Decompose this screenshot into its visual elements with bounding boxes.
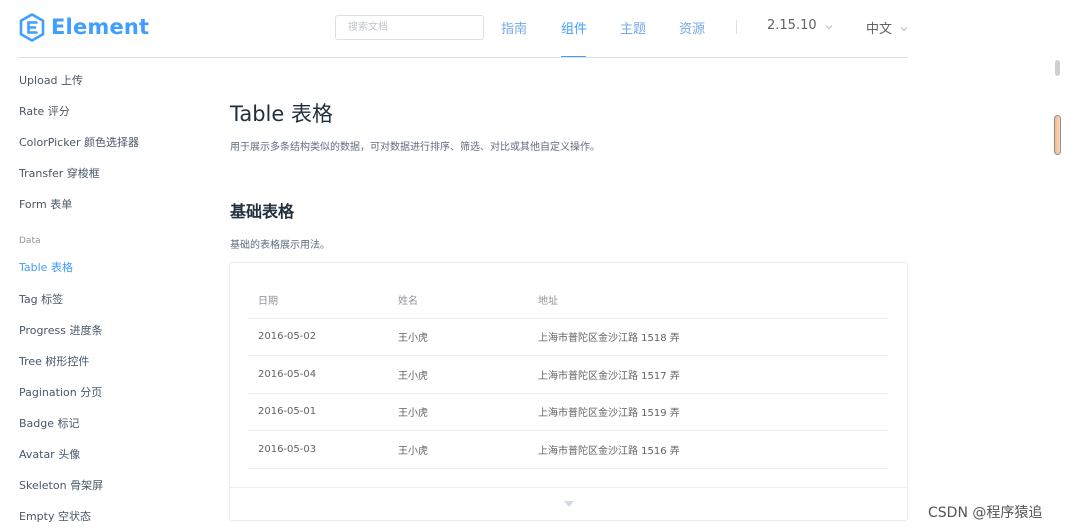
language-label: 中文 [866,22,893,37]
sidebar-item-progress[interactable]: Progress 进度条 [19,322,102,338]
table-row[interactable]: 2016-05-04 王小虎 上海市普陀区金沙江路 1517 弄 [248,355,888,394]
chevron-down-icon [824,21,834,31]
chevron-down-icon [899,23,909,33]
caret-down-icon [563,501,574,507]
cell-date: 2016-05-03 [248,430,388,469]
section-description: 基础的表格展示用法。 [230,240,330,251]
column-header-name[interactable]: 姓名 [388,281,528,319]
table-row[interactable]: 2016-05-01 王小虎 上海市普陀区金沙江路 1519 弄 [248,393,888,431]
sidebar-item-upload[interactable]: Upload 上传 [19,72,83,88]
cell-date: 2016-05-02 [248,318,388,356]
sidebar-item-form[interactable]: Form 表单 [19,196,72,212]
section-title: 基础表格 [230,202,295,221]
cell-address: 上海市普陀区金沙江路 1519 弄 [528,393,888,431]
element-logo[interactable]: Element [19,12,149,42]
cell-address: 上海市普陀区金沙江路 1516 弄 [528,430,888,469]
cell-name: 王小虎 [388,430,528,469]
watermark-text: CSDN @程序猿追 [928,505,1043,521]
cell-address: 上海市普陀区金沙江路 1518 弄 [528,318,888,356]
sidebar-item-colorpicker[interactable]: ColorPicker 颜色选择器 [19,134,139,150]
page-description: 用于展示多条结构类似的数据，可对数据进行排序、筛选、对比或其他自定义操作。 [230,142,600,153]
show-code-toggle[interactable] [230,487,907,521]
cell-name: 王小虎 [388,393,528,431]
sidebar-group-data: Data [19,236,41,246]
version-label: 2.15.10 [767,18,817,33]
search-input[interactable] [335,15,484,40]
sidebar-item-empty[interactable]: Empty 空状态 [19,508,91,524]
sidebar-item-skeleton[interactable]: Skeleton 骨架屏 [19,477,103,493]
version-dropdown[interactable]: 2.15.10 [767,18,834,33]
sidebar-item-avatar[interactable]: Avatar 头像 [19,446,80,462]
nav-resource[interactable]: 资源 [679,18,705,37]
column-header-date[interactable]: 日期 [248,281,388,319]
logo-text: Element [51,15,150,39]
cell-name: 王小虎 [388,355,528,394]
scrollbar-thumb[interactable] [1054,115,1061,155]
element-logo-icon [19,12,45,42]
sidebar-item-table[interactable]: Table 表格 [19,259,73,275]
table-row[interactable]: 2016-05-02 王小虎 上海市普陀区金沙江路 1518 弄 [248,318,888,356]
language-dropdown[interactable]: 中文 [866,18,909,37]
column-header-address[interactable]: 地址 [528,281,888,319]
nav-guide[interactable]: 指南 [501,18,527,37]
sidebar-item-tree[interactable]: Tree 树形控件 [19,353,89,369]
cell-name: 王小虎 [388,318,528,356]
page-title: Table 表格 [230,102,333,126]
sidebar-item-transfer[interactable]: Transfer 穿梭框 [19,165,100,181]
cell-date: 2016-05-04 [248,355,388,394]
cell-date: 2016-05-01 [248,393,388,431]
nav-divider [736,20,737,34]
sidebar-item-tag[interactable]: Tag 标签 [19,291,63,307]
table-row[interactable]: 2016-05-03 王小虎 上海市普陀区金沙江路 1516 弄 [248,430,888,469]
sidebar-item-badge[interactable]: Badge 标记 [19,415,80,431]
scrollbar-track-marker [1055,60,1060,76]
nav-theme[interactable]: 主题 [620,18,646,37]
demo-block: 日期 姓名 地址 2016-05-02 王小虎 上海市普陀区金沙江路 1518 … [229,262,908,521]
sidebar-item-rate[interactable]: Rate 评分 [19,103,70,119]
cell-address: 上海市普陀区金沙江路 1517 弄 [528,355,888,394]
top-header: Element 指南 组件 主题 资源 2.15.10 中文 [0,0,1079,58]
sidebar-item-pagination[interactable]: Pagination 分页 [19,384,102,400]
sidebar-nav: Upload 上传 Rate 评分 ColorPicker 颜色选择器 Tran… [0,58,200,529]
basic-table: 日期 姓名 地址 2016-05-02 王小虎 上海市普陀区金沙江路 1518 … [248,281,888,469]
table-header-row: 日期 姓名 地址 [248,281,888,319]
nav-component[interactable]: 组件 [561,18,587,37]
